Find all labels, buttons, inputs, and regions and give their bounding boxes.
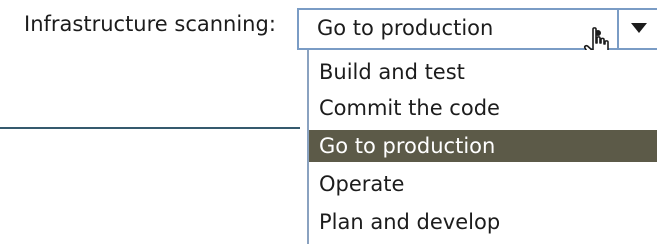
horizontal-divider [0,127,300,129]
triangle-down-icon [631,23,647,33]
dropdown-option-build-and-test[interactable]: Build and test [309,56,657,88]
select-current-value: Go to production [317,16,494,40]
dropdown-option-go-to-production[interactable]: Go to production [309,130,657,162]
dropdown-arrow-button[interactable] [617,10,657,48]
dropdown-option-operate[interactable]: Operate [309,168,657,200]
dropdown-option-commit-the-code[interactable]: Commit the code [309,92,657,124]
infrastructure-scanning-label: Infrastructure scanning: [24,12,276,36]
dropdown-option-plan-and-develop[interactable]: Plan and develop [309,206,657,238]
dropdown-options-list: Build and test Commit the code Go to pro… [307,50,657,244]
form-area: Infrastructure scanning: Go to productio… [0,0,657,244]
